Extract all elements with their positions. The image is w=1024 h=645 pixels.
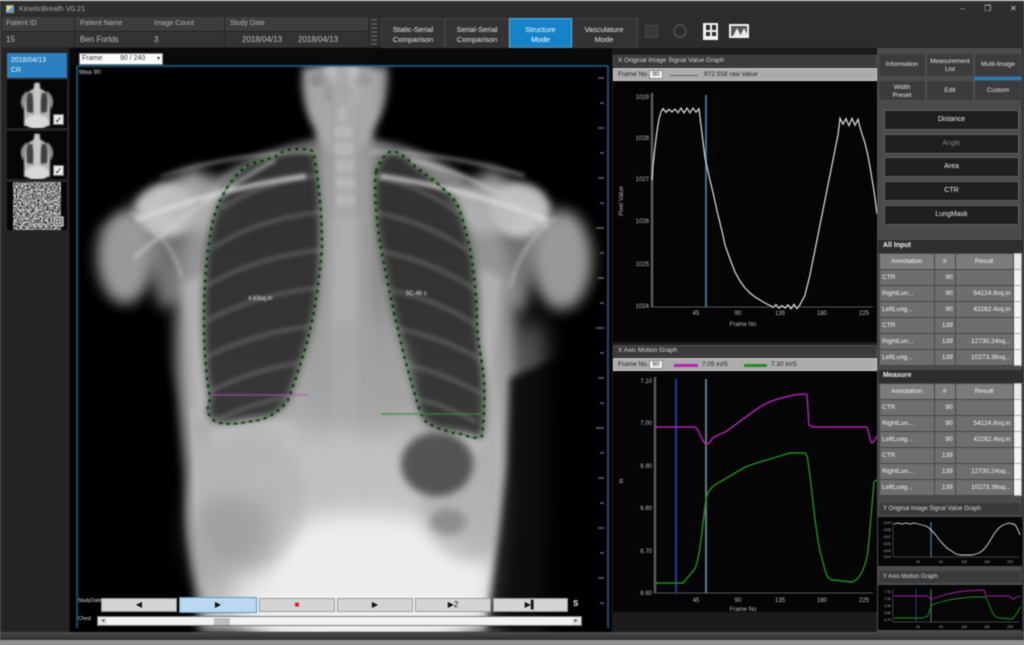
svg-text:1025: 1025: [883, 549, 891, 553]
svg-text:90: 90: [735, 311, 742, 317]
svg-text:4.63sq.in: 4.63sq.in: [248, 296, 272, 302]
svg-text:1024: 1024: [636, 304, 650, 310]
svg-text:180: 180: [817, 311, 828, 317]
svg-text:180: 180: [984, 560, 990, 564]
svg-text:1027: 1027: [636, 177, 650, 183]
svg-text:6.90: 6.90: [640, 464, 652, 470]
svg-text:180: 180: [817, 598, 828, 604]
svg-text:7.10: 7.10: [884, 590, 891, 594]
svg-text:135: 135: [961, 625, 967, 629]
svg-text:45: 45: [916, 560, 920, 564]
svg-text:225: 225: [859, 311, 870, 317]
svg-text:6.90: 6.90: [884, 604, 891, 608]
svg-text:1025: 1025: [636, 262, 650, 268]
svg-text:225: 225: [1007, 560, 1013, 564]
svg-text:225: 225: [1007, 625, 1013, 629]
svg-text:90: 90: [939, 625, 943, 629]
svg-text:135: 135: [775, 311, 786, 317]
svg-text:1029: 1029: [883, 521, 891, 525]
svg-text:in: in: [619, 479, 625, 484]
svg-text:1024: 1024: [883, 555, 891, 559]
svg-text:6.80: 6.80: [884, 611, 891, 615]
svg-text:1028: 1028: [636, 136, 650, 142]
svg-text:1029: 1029: [636, 95, 650, 101]
svg-text:7.10: 7.10: [640, 379, 652, 385]
svg-text:1026: 1026: [636, 219, 650, 225]
svg-text:6.70: 6.70: [884, 618, 891, 622]
svg-text:Pixel Value: Pixel Value: [619, 186, 625, 216]
svg-text:45: 45: [916, 625, 920, 629]
svg-text:180: 180: [984, 625, 990, 629]
svg-text:135: 135: [961, 560, 967, 564]
svg-text:6.80: 6.80: [640, 506, 652, 512]
svg-text:7.00: 7.00: [884, 597, 891, 601]
svg-text:225: 225: [859, 598, 870, 604]
svg-text:1026: 1026: [883, 542, 891, 546]
svg-text:45: 45: [693, 598, 700, 604]
svg-text:45: 45: [693, 311, 700, 317]
svg-text:Frame No: Frame No: [730, 607, 757, 612]
svg-text:Mea 90: Mea 90: [79, 69, 101, 76]
svg-text:6.60: 6.60: [640, 591, 652, 597]
svg-text:1028: 1028: [883, 528, 891, 532]
svg-text:6.70: 6.70: [640, 549, 652, 555]
svg-text:7.00: 7.00: [640, 421, 652, 427]
svg-text:Frame No: Frame No: [730, 322, 757, 328]
svg-text:1027: 1027: [883, 535, 891, 539]
svg-text:135: 135: [775, 598, 786, 604]
svg-text:90: 90: [939, 560, 943, 564]
svg-text:90: 90: [735, 598, 742, 604]
svg-text:5C.46 s: 5C.46 s: [406, 291, 427, 297]
